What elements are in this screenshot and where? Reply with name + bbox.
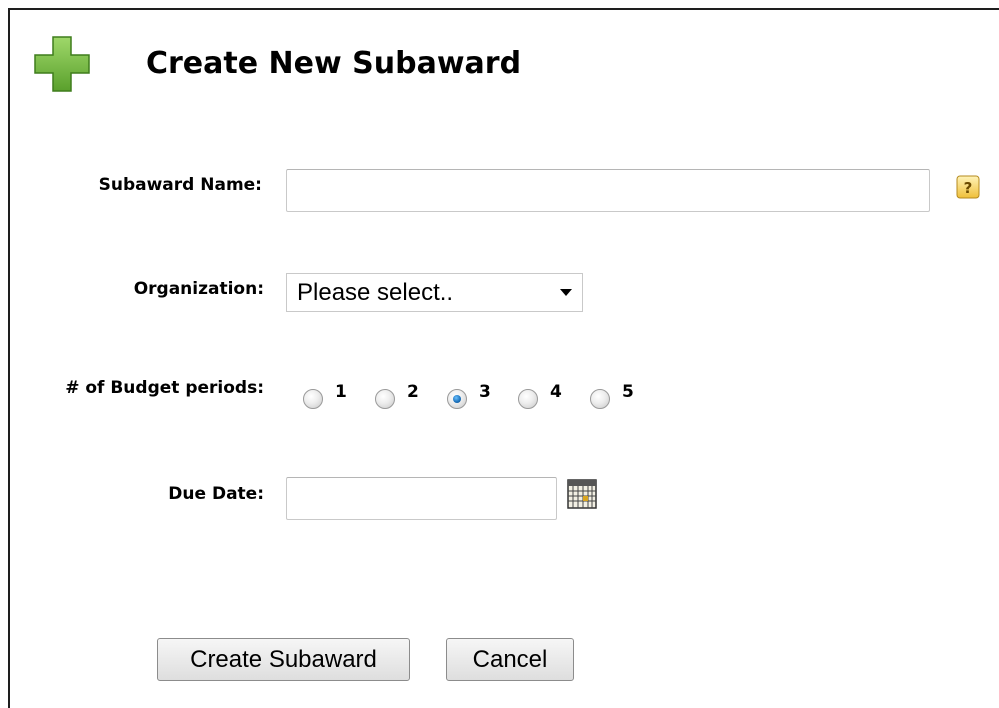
page-title: Create New Subaward xyxy=(146,46,522,81)
subaward-name-input[interactable] xyxy=(286,169,930,212)
form-panel xyxy=(8,8,999,708)
radio-label-1: 1 xyxy=(335,382,347,402)
budget-period-option-2[interactable]: 2 xyxy=(375,380,419,410)
radio-button-3-selected[interactable] xyxy=(447,389,467,409)
radio-label-5: 5 xyxy=(622,382,634,402)
budget-period-option-3[interactable]: 3 xyxy=(447,380,491,410)
radio-button-5[interactable] xyxy=(590,389,610,409)
calendar-icon[interactable] xyxy=(567,479,597,509)
due-date-input[interactable] xyxy=(286,477,557,520)
organization-label: Organization: xyxy=(133,279,264,299)
radio-button-1[interactable] xyxy=(303,389,323,409)
svg-text:?: ? xyxy=(964,179,973,197)
budget-period-option-4[interactable]: 4 xyxy=(518,380,562,410)
subaward-name-label: Subaward Name: xyxy=(98,175,262,195)
radio-label-2: 2 xyxy=(407,382,419,402)
radio-button-4[interactable] xyxy=(518,389,538,409)
budget-periods-label: # of Budget periods: xyxy=(65,378,264,398)
budget-period-option-5[interactable]: 5 xyxy=(590,380,634,410)
chevron-down-icon xyxy=(560,289,572,296)
radio-label-3: 3 xyxy=(479,382,491,402)
budget-period-option-1[interactable]: 1 xyxy=(303,380,347,410)
radio-label-4: 4 xyxy=(550,382,562,402)
due-date-label: Due Date: xyxy=(168,484,264,504)
organization-select-value: Please select.. xyxy=(297,278,454,306)
organization-select[interactable]: Please select.. xyxy=(286,273,583,312)
cancel-button[interactable]: Cancel xyxy=(446,638,574,681)
help-icon[interactable]: ? xyxy=(956,175,980,199)
radio-button-2[interactable] xyxy=(375,389,395,409)
create-subaward-button[interactable]: Create Subaward xyxy=(157,638,410,681)
plus-icon xyxy=(34,36,90,92)
